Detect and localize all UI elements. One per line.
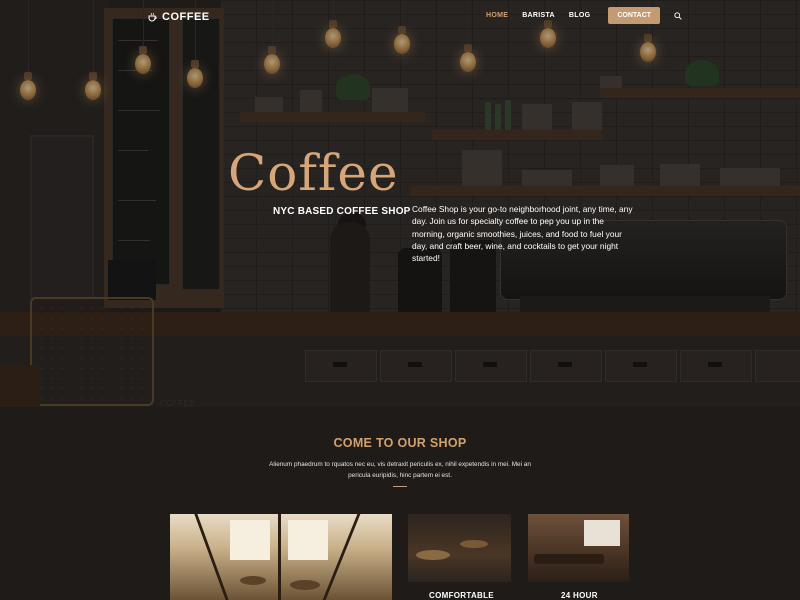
photo-window (584, 520, 620, 546)
page: COFFEE HOME BARISTA BLOG CONTACT Coffee … (0, 0, 800, 600)
card-title-24-hour: 24 HOUR (561, 591, 598, 600)
hero-subtitle: NYC BASED COFFEE SHOP (273, 206, 411, 217)
photo-table (416, 550, 450, 560)
nav-item-barista[interactable]: BARISTA (522, 12, 555, 19)
hero-description: Coffee Shop is your go-to neighborhood j… (412, 204, 633, 264)
nav-item-home[interactable]: HOME (486, 12, 508, 19)
photo-table (290, 580, 320, 590)
photo-table (534, 554, 604, 564)
search-icon[interactable] (674, 11, 682, 20)
photo-window (288, 520, 328, 560)
contact-button[interactable]: CONTACT (608, 7, 661, 24)
photo-table (460, 540, 488, 548)
card-title-comfortable: COMFORTABLE (429, 591, 494, 600)
card-image-comfortable[interactable] (408, 514, 511, 582)
photo-table (240, 576, 266, 585)
main-nav: HOME BARISTA BLOG CONTACT (486, 7, 682, 24)
photo-beam (194, 514, 229, 600)
hero-title: Coffee (228, 144, 399, 202)
hero-overlay (0, 0, 800, 407)
section-divider (393, 486, 407, 487)
photo-beam (322, 514, 361, 600)
card-image-24-hour[interactable] (528, 514, 629, 582)
nav-item-blog[interactable]: BLOG (569, 12, 590, 19)
section-text: Alienum phaedrum to rquatos nec eu, vis … (269, 461, 531, 479)
hero-section: COFFEE HOME BARISTA BLOG CONTACT Coffee … (0, 0, 800, 407)
section-title: COME TO OUR SHOP (333, 436, 467, 450)
logo-text: COFFEE (162, 11, 210, 23)
card-image-interior[interactable] (170, 514, 392, 600)
cup-icon (148, 12, 157, 22)
photo-window (230, 520, 270, 560)
section-watermark: COFFEE (160, 399, 196, 408)
site-logo[interactable]: COFFEE (148, 9, 210, 25)
photo-beam (278, 514, 281, 600)
